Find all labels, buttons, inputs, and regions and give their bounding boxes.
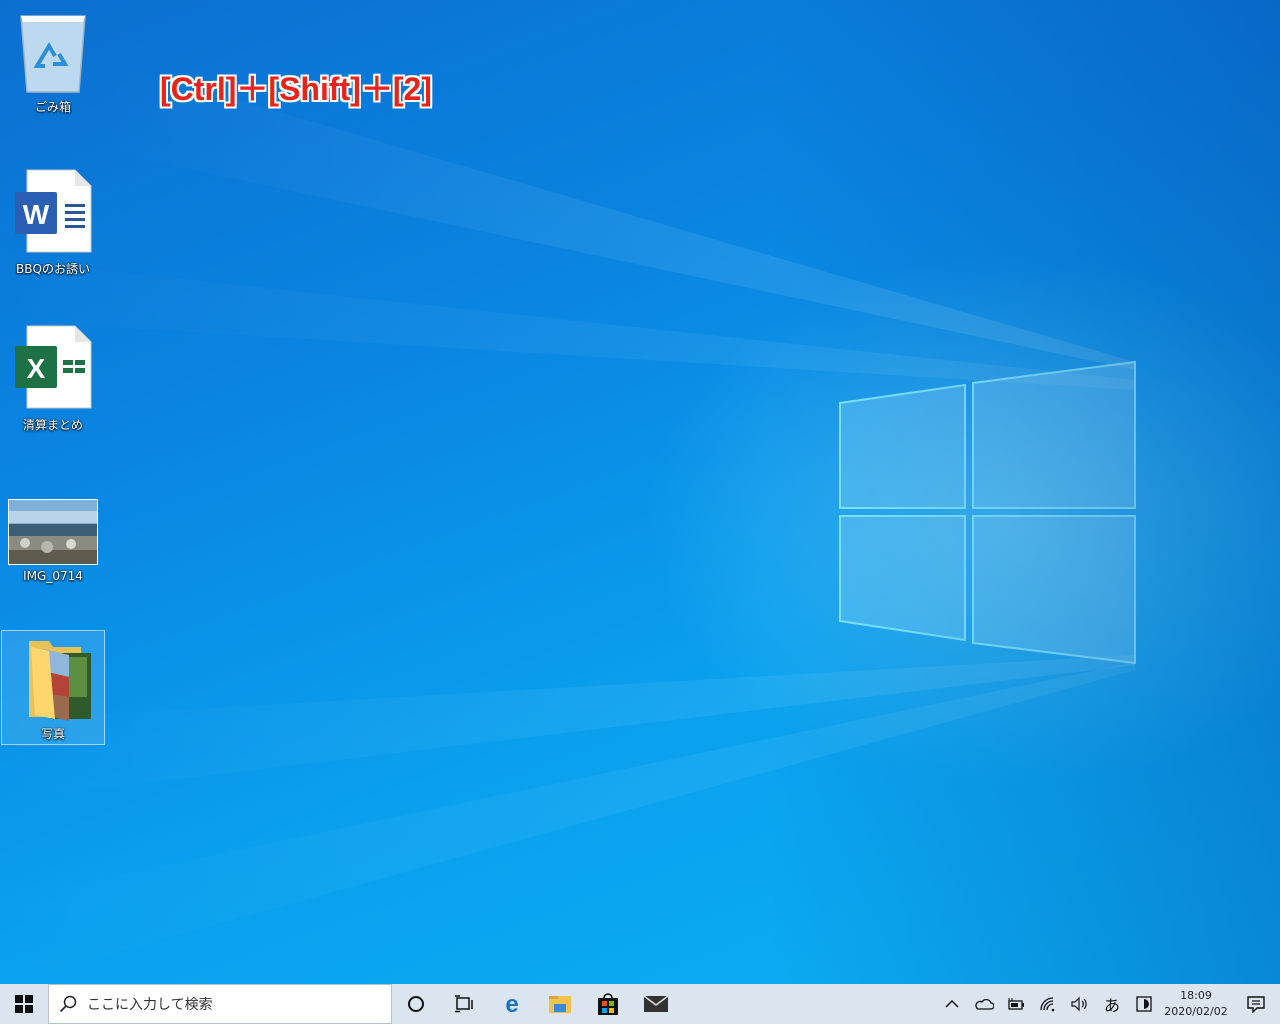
desktop-icon-image-file[interactable]: IMG_0714 <box>5 497 101 583</box>
photo-folder-icon <box>29 641 91 721</box>
notification-icon <box>1247 996 1265 1013</box>
store-button[interactable] <box>584 984 632 1024</box>
clock-date: 2020/02/02 <box>1164 1005 1228 1018</box>
excel-workbook-icon: X <box>15 325 92 409</box>
edge-icon: e <box>505 992 518 1016</box>
speaker-icon <box>1071 996 1087 1012</box>
action-center-button[interactable] <box>1232 984 1280 1024</box>
svg-text:X: X <box>27 353 46 384</box>
desktop-icon-label: 写真 <box>40 727 65 741</box>
ime-toggle-icon <box>1136 996 1152 1012</box>
start-button[interactable] <box>0 984 48 1024</box>
desktop-icon-label: ごみ箱 <box>34 100 71 114</box>
shortcut-annotation: [Ctrl]＋[Shift]＋[2] <box>160 71 432 107</box>
desktop-icon-label: IMG_0714 <box>23 569 83 583</box>
taskbar: ここに入力して検索 e あ 18:09 2020/02/02 <box>0 984 1280 1024</box>
search-icon <box>59 995 77 1013</box>
desktop-icon-recycle-bin[interactable]: ごみ箱 <box>5 8 101 115</box>
ime-mode-indicator[interactable]: あ <box>1096 984 1128 1024</box>
edge-button[interactable]: e <box>488 984 536 1024</box>
task-view-button[interactable] <box>440 984 488 1024</box>
battery-icon <box>1008 998 1024 1010</box>
cortana-icon <box>408 996 424 1012</box>
desktop[interactable]: ごみ箱 W BBQのお誘い X 清算まとめ IMG_0714 写真 [Ctrl]… <box>0 0 1280 984</box>
clock-time: 18:09 <box>1180 989 1212 1002</box>
word-document-icon: W <box>15 169 92 253</box>
system-tray: あ 18:09 2020/02/02 <box>936 984 1280 1024</box>
desktop-icon-label: 清算まとめ <box>22 418 83 432</box>
wifi-icon <box>1040 997 1055 1012</box>
clock[interactable]: 18:09 2020/02/02 <box>1160 988 1232 1020</box>
mail-icon <box>643 995 669 1012</box>
photo-thumbnail-icon <box>8 499 98 565</box>
ime-pad-button[interactable] <box>1128 984 1160 1024</box>
desktop-icon-label: BBQのお誘い <box>16 262 90 276</box>
network-button[interactable] <box>1032 984 1064 1024</box>
file-explorer-icon <box>549 996 571 1013</box>
show-hidden-icons-button[interactable] <box>936 984 968 1024</box>
svg-text:e: e <box>505 992 518 1016</box>
search-placeholder: ここに入力して検索 <box>87 997 213 1013</box>
windows-logo-wallpaper <box>839 360 1136 665</box>
onedrive-icon <box>975 998 994 1010</box>
desktop-icon-photo-folder[interactable]: 写真 <box>1 630 105 745</box>
file-explorer-button[interactable] <box>536 984 584 1024</box>
task-view-icon <box>455 995 473 1013</box>
desktop-icon-word-document[interactable]: W BBQのお誘い <box>5 168 101 277</box>
mail-button[interactable] <box>632 984 680 1024</box>
volume-button[interactable] <box>1064 984 1096 1024</box>
svg-text:W: W <box>23 199 50 230</box>
recycle-bin-icon <box>20 15 86 93</box>
battery-button[interactable] <box>1000 984 1032 1024</box>
search-box[interactable]: ここに入力して検索 <box>48 984 392 1024</box>
chevron-up-icon <box>945 999 959 1008</box>
onedrive-button[interactable] <box>968 984 1000 1024</box>
desktop-icon-excel-workbook[interactable]: X 清算まとめ <box>5 324 101 433</box>
store-icon <box>598 993 618 1015</box>
cortana-button[interactable] <box>392 984 440 1024</box>
windows-start-icon <box>15 995 33 1013</box>
